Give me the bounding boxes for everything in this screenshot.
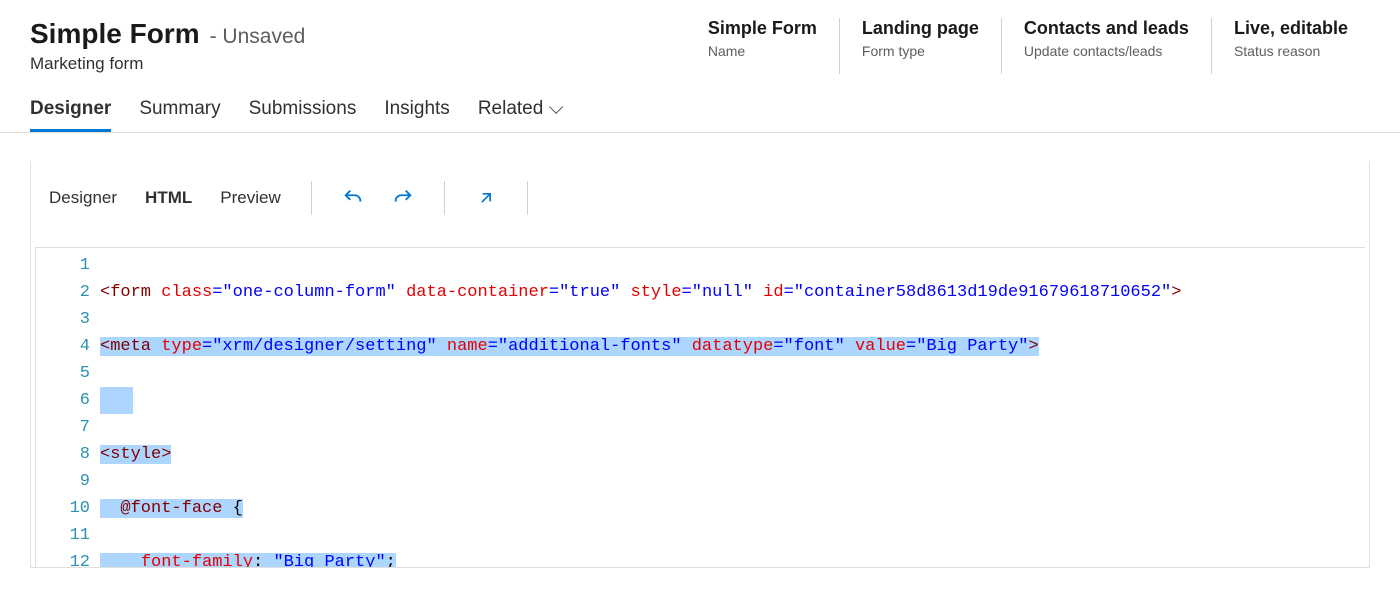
unsaved-indicator: - Unsaved [210, 25, 306, 49]
subtab-html[interactable]: HTML [145, 188, 192, 208]
meta-status[interactable]: Live, editable Status reason [1211, 18, 1370, 74]
undo-button[interactable] [342, 187, 364, 209]
code-editor[interactable]: 1 2 3 4 5 6 7 8 9 10 11 12 <form class="… [35, 247, 1365, 567]
redo-button[interactable] [392, 187, 414, 209]
meta-status-label: Status reason [1234, 43, 1348, 59]
expand-icon [476, 188, 496, 208]
designer-panel: Designer HTML Preview 1 2 3 [30, 161, 1370, 568]
meta-name[interactable]: Simple Form Name [686, 18, 839, 74]
meta-update-value: Contacts and leads [1024, 18, 1189, 39]
tab-related-label: Related [478, 98, 544, 120]
tab-insights[interactable]: Insights [384, 98, 449, 132]
meta-update-label: Update contacts/leads [1024, 43, 1189, 59]
entity-label: Marketing form [30, 54, 305, 74]
page-header: Simple Form - Unsaved Marketing form Sim… [0, 0, 1400, 74]
toolbar-separator [311, 181, 312, 215]
toolbar-separator [444, 181, 445, 215]
header-meta-group: Simple Form Name Landing page Form type … [686, 18, 1370, 74]
meta-name-value: Simple Form [708, 18, 817, 39]
line-gutter: 1 2 3 4 5 6 7 8 9 10 11 12 [36, 252, 100, 567]
toolbar-separator [527, 181, 528, 215]
subtab-preview[interactable]: Preview [220, 188, 280, 208]
tab-submissions[interactable]: Submissions [249, 98, 357, 132]
subtab-designer[interactable]: Designer [49, 188, 117, 208]
chevron-down-icon [549, 100, 563, 114]
editor-toolbar: Designer HTML Preview [31, 181, 1369, 215]
tab-summary[interactable]: Summary [139, 98, 220, 132]
record-title: Simple Form [30, 18, 200, 50]
tab-related[interactable]: Related [478, 98, 560, 132]
tab-designer[interactable]: Designer [30, 98, 111, 132]
meta-formtype-label: Form type [862, 43, 979, 59]
content-area: Designer HTML Preview 1 2 3 [0, 133, 1400, 568]
meta-formtype[interactable]: Landing page Form type [839, 18, 1001, 74]
meta-formtype-value: Landing page [862, 18, 979, 39]
main-tabs: Designer Summary Submissions Insights Re… [0, 74, 1400, 133]
expand-button[interactable] [475, 187, 497, 209]
title-block: Simple Form - Unsaved Marketing form [30, 18, 305, 74]
undo-icon [342, 187, 364, 209]
code-body[interactable]: <form class="one-column-form" data-conta… [100, 252, 1365, 567]
meta-update[interactable]: Contacts and leads Update contacts/leads [1001, 18, 1211, 74]
meta-name-label: Name [708, 43, 817, 59]
meta-status-value: Live, editable [1234, 18, 1348, 39]
redo-icon [392, 187, 414, 209]
